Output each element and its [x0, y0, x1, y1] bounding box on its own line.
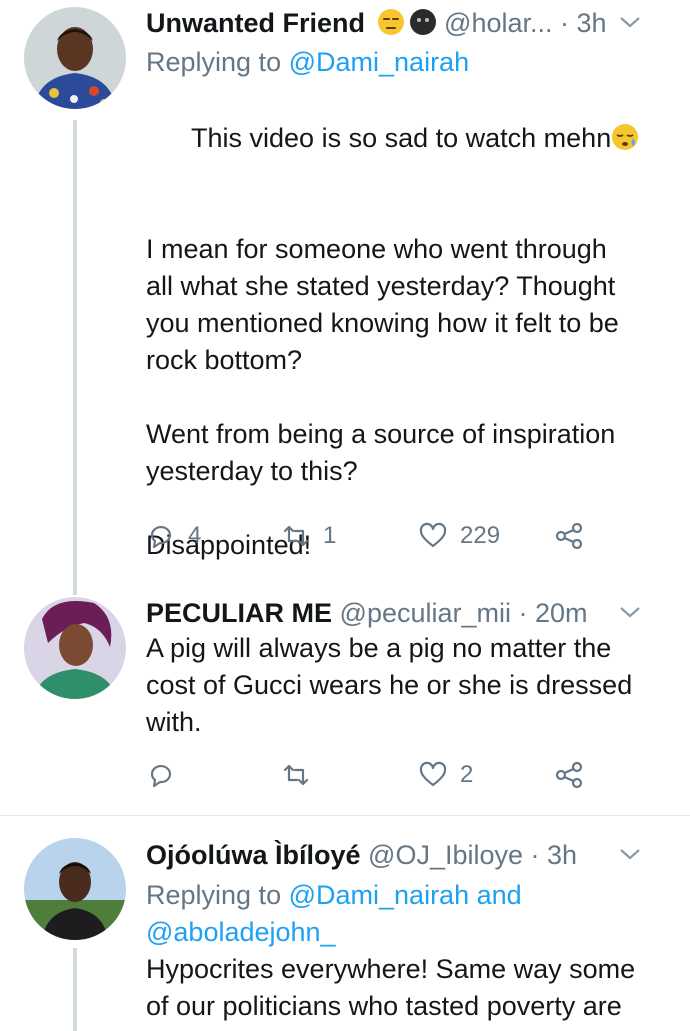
retweet-button[interactable]: 1: [281, 516, 336, 556]
retweet-button[interactable]: [281, 755, 311, 795]
tweet-text: A pig will always be a pig no matter the…: [146, 633, 633, 737]
tweet-3[interactable]: Ojóolúwa Ìbíloyé @OJ_Ibiloye · 3h Replyi…: [0, 816, 690, 1031]
reply-icon: [150, 525, 172, 549]
share-icon: [555, 761, 583, 789]
timestamp[interactable]: 3h: [547, 840, 577, 870]
chevron-down-icon[interactable]: [618, 12, 642, 32]
dark-circle-face-icon: [409, 9, 436, 35]
chevron-down-icon[interactable]: [618, 602, 642, 622]
reply-count: 4: [188, 522, 202, 549]
thread-line: [73, 948, 77, 1031]
replying-to: Replying to @Dami_nairah: [146, 47, 470, 77]
reply-button[interactable]: [146, 755, 176, 795]
retweet-count: 1: [323, 522, 337, 549]
display-name[interactable]: Ojóolúwa Ìbíloyé: [146, 840, 361, 870]
share-button[interactable]: [554, 516, 584, 556]
tweet-header: Unwanted Friend @holar... · 3h: [146, 8, 607, 38]
chevron-down-icon[interactable]: [618, 844, 642, 864]
avatar[interactable]: [24, 838, 126, 940]
tweet-header: PECULIAR ME @peculiar_mii · 20m: [146, 598, 588, 628]
avatar[interactable]: [24, 7, 126, 109]
reply-button[interactable]: 4: [146, 516, 201, 556]
user-handle[interactable]: @OJ_Ibiloye: [368, 840, 523, 870]
share-icon: [555, 522, 583, 550]
sleepy-face-icon: [612, 124, 639, 150]
reply-icon: [150, 764, 172, 788]
like-button[interactable]: 229: [418, 516, 500, 556]
like-button[interactable]: 2: [418, 755, 473, 795]
timestamp[interactable]: 20m: [535, 598, 588, 628]
thread-line: [73, 120, 77, 595]
like-count: 2: [460, 761, 474, 788]
timestamp[interactable]: 3h: [577, 8, 607, 38]
heart-icon: [419, 522, 447, 548]
tweet-text: Hypocrites everywhere! Same way some of …: [146, 954, 636, 1021]
user-handle[interactable]: @holar...: [444, 8, 552, 38]
display-name[interactable]: PECULIAR ME: [146, 598, 332, 628]
retweet-icon: [283, 525, 309, 547]
mention-link[interactable]: @Dami_nairah: [289, 47, 469, 77]
tweet-header: Ojóolúwa Ìbíloyé @OJ_Ibiloye · 3h: [146, 840, 578, 870]
tweet-actions: 2: [146, 755, 646, 795]
user-handle[interactable]: @peculiar_mii: [340, 598, 511, 628]
display-name[interactable]: Unwanted Friend: [146, 8, 365, 38]
heart-icon: [419, 761, 447, 787]
share-button[interactable]: [554, 755, 584, 795]
tweet-2[interactable]: PECULIAR ME @peculiar_mii · 20m A pig wi…: [0, 595, 690, 813]
like-count: 229: [460, 522, 501, 549]
replying-to: Replying to @Dami_nairah and @aboladejoh…: [146, 880, 522, 947]
avatar[interactable]: [24, 597, 126, 699]
retweet-icon: [283, 764, 309, 786]
tweet-1[interactable]: Unwanted Friend @holar... · 3h Replying …: [0, 0, 690, 595]
unamused-face-icon: [377, 9, 404, 35]
tweet-actions: 4 1 229: [146, 516, 646, 556]
